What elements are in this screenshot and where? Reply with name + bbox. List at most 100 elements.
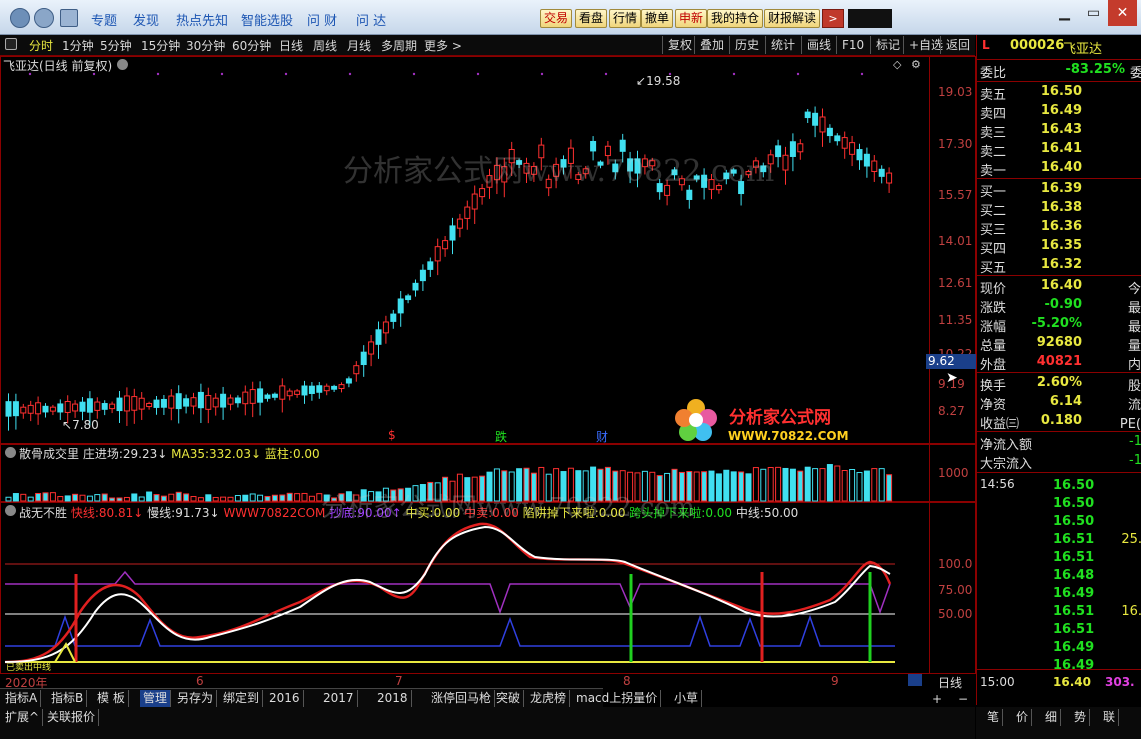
event-tag-finance[interactable]: 财 [596,428,608,445]
period-tab-2[interactable]: 5分钟 [100,37,132,54]
menu-item-4[interactable]: 问 财 [307,10,337,29]
buy-level-row-3: 买四 16.35 [977,237,1141,257]
menu-item-5[interactable]: 问 达 [356,10,386,29]
toolbar-button-6[interactable]: 财报解读 [764,9,821,28]
tool-button-7[interactable]: +自选 [903,36,943,54]
tick-price: 16.48 [1053,568,1095,583]
x-label-jun: 6 [196,674,204,688]
tick-price: 16.51 [1053,622,1095,637]
stat2-right-label: 流通 [1127,398,1141,413]
menu-item-1[interactable]: 发现 [133,10,159,29]
quote-tab-1[interactable]: 价 [1013,709,1033,726]
tool-button-3[interactable]: 统计 [765,36,795,54]
logo-url: WWW.70822.COM [728,429,849,443]
price-axis-label-2: 15.57 [938,188,973,202]
bottom-tab-0[interactable]: 指标A [2,690,42,707]
toolbar-button-0[interactable]: 交易 [540,9,573,28]
buy-level-label: 买四 [980,242,1007,257]
tab-extend[interactable]: 扩展^ [2,709,44,726]
quote-tab-2[interactable]: 细 [1042,709,1062,726]
period-tab-9[interactable]: 多周期 [381,37,417,54]
bottom-tab-2[interactable]: 模 板 [94,690,129,707]
tool-button-5[interactable]: F10 [836,36,864,54]
toolbar-button-3[interactable]: 撤单 [641,9,674,28]
forward-icon[interactable] [34,8,54,28]
bottom-tab-1[interactable]: 指标B [48,690,88,707]
tick-row-5: 16.48 [977,567,1141,586]
menu-icon[interactable] [60,9,78,27]
bottom-tab-4[interactable]: 另存为 [174,690,218,707]
event-tag-dollar[interactable]: $ [388,428,396,442]
tool-button-8[interactable]: 返回 [940,36,970,54]
period-tab-3[interactable]: 15分钟 [141,37,180,54]
quote-tab-3[interactable]: 势 [1071,709,1091,726]
period-tab-6[interactable]: 日线 [279,37,303,54]
bottom-tab-6[interactable]: 2016 [266,690,304,707]
bottom-tab-11[interactable]: 龙虎榜 [527,690,571,707]
x-label-jul: 7 [395,674,403,688]
period-tab-0[interactable]: 分时 [29,37,53,54]
period-tab-10[interactable]: 更多 > [424,37,462,54]
back-icon[interactable] [10,8,30,28]
tick-row-7: 16.51 16. [977,603,1141,622]
mouse-pointer-icon: ➤ [946,370,958,386]
more-arrow-button[interactable]: > [822,9,844,28]
bottom-tab-8[interactable]: 2018 [374,690,412,707]
tick-price: 16.49 [1053,658,1095,673]
menu-item-3[interactable]: 智能选股 [241,10,293,29]
quote-tab-4[interactable]: 联 [1100,709,1120,726]
tool-button-2[interactable]: 历史 [729,36,759,54]
bottom-tab-10[interactable]: 突破 [493,690,525,707]
menu-item-0[interactable]: 专题 [91,10,117,29]
event-tag-drop[interactable]: 跌 [495,428,507,445]
sell-level-row-3: 卖二 16.41 [977,140,1141,160]
quote-panel: L 000026 飞亚达 委比 -83.25% 委差 卖五16.50卖四16.4… [976,35,1141,705]
maximize-button[interactable]: ▭ [1079,0,1108,26]
minimize-button[interactable]: ▁ [1050,0,1079,26]
toolbar-button-2[interactable]: 行情 [609,9,642,28]
period-tab-8[interactable]: 月线 [347,37,371,54]
tool-button-0[interactable]: 复权 [662,36,692,54]
toolbar-button-5[interactable]: 我的持仓 [707,9,764,28]
stat2-row-2: 收益㈢ 0.180 PE(动 [977,412,1141,432]
tick-row-4: 16.51 [977,549,1141,568]
quote-tab-0[interactable]: 笔 [984,709,1004,726]
toolbar-button-4[interactable]: 申新 [675,9,708,28]
sell-level-row-2: 卖三 16.43 [977,121,1141,141]
period-label: 日线 [938,676,963,690]
stat-label: 现价 [980,282,1007,297]
zoom-in-button[interactable]: + [932,692,942,706]
osc-axis-50: 50.00 [938,607,973,621]
period-tab-5[interactable]: 60分钟 [232,37,271,54]
toolbar-button-1[interactable]: 看盘 [575,9,608,28]
layout-icon[interactable] [5,38,17,50]
period-tab-1[interactable]: 1分钟 [62,37,94,54]
stat-label: 总量 [980,339,1007,354]
buy-level-value: 16.38 [1040,200,1082,215]
tool-button-4[interactable]: 画线 [801,36,831,54]
tool-button-6[interactable]: 标记 [870,36,900,54]
close-button[interactable]: ✕ [1108,0,1137,26]
bottom-tab-12[interactable]: macd上拐量价 [573,690,662,707]
tool-button-1[interactable]: 叠加 [694,36,724,54]
sell-level-label: 卖三 [980,126,1007,141]
bottom-tab-5[interactable]: 绑定到 [220,690,264,707]
tab-related-quote[interactable]: 关联报价 [44,709,100,726]
stat2-value: 2.60% [1036,375,1082,390]
bottom-tab-9[interactable]: 涨停回马枪 [428,690,496,707]
tick-price: 16.50 [1053,496,1095,511]
bottom-tab-13[interactable]: 小草 [671,690,703,707]
period-tab-4[interactable]: 30分钟 [186,37,225,54]
period-tab-7[interactable]: 周线 [313,37,337,54]
bottom-tab-3[interactable]: 管理 [140,690,172,707]
sell-level-row-1: 卖四 16.49 [977,102,1141,122]
stat2-right-label: PE(动 [1119,417,1141,432]
status-boxes [848,9,892,28]
bottom-tab-7[interactable]: 2017 [320,690,358,707]
stat-value: 40821 [1036,354,1082,369]
menu-item-2[interactable]: 热点先知 [176,10,228,29]
sell-level-value: 16.49 [1040,103,1082,118]
low-price-label: ↖7.80 [62,418,99,432]
scroll-indicator[interactable] [908,674,922,686]
zoom-out-button[interactable]: − [958,692,968,706]
